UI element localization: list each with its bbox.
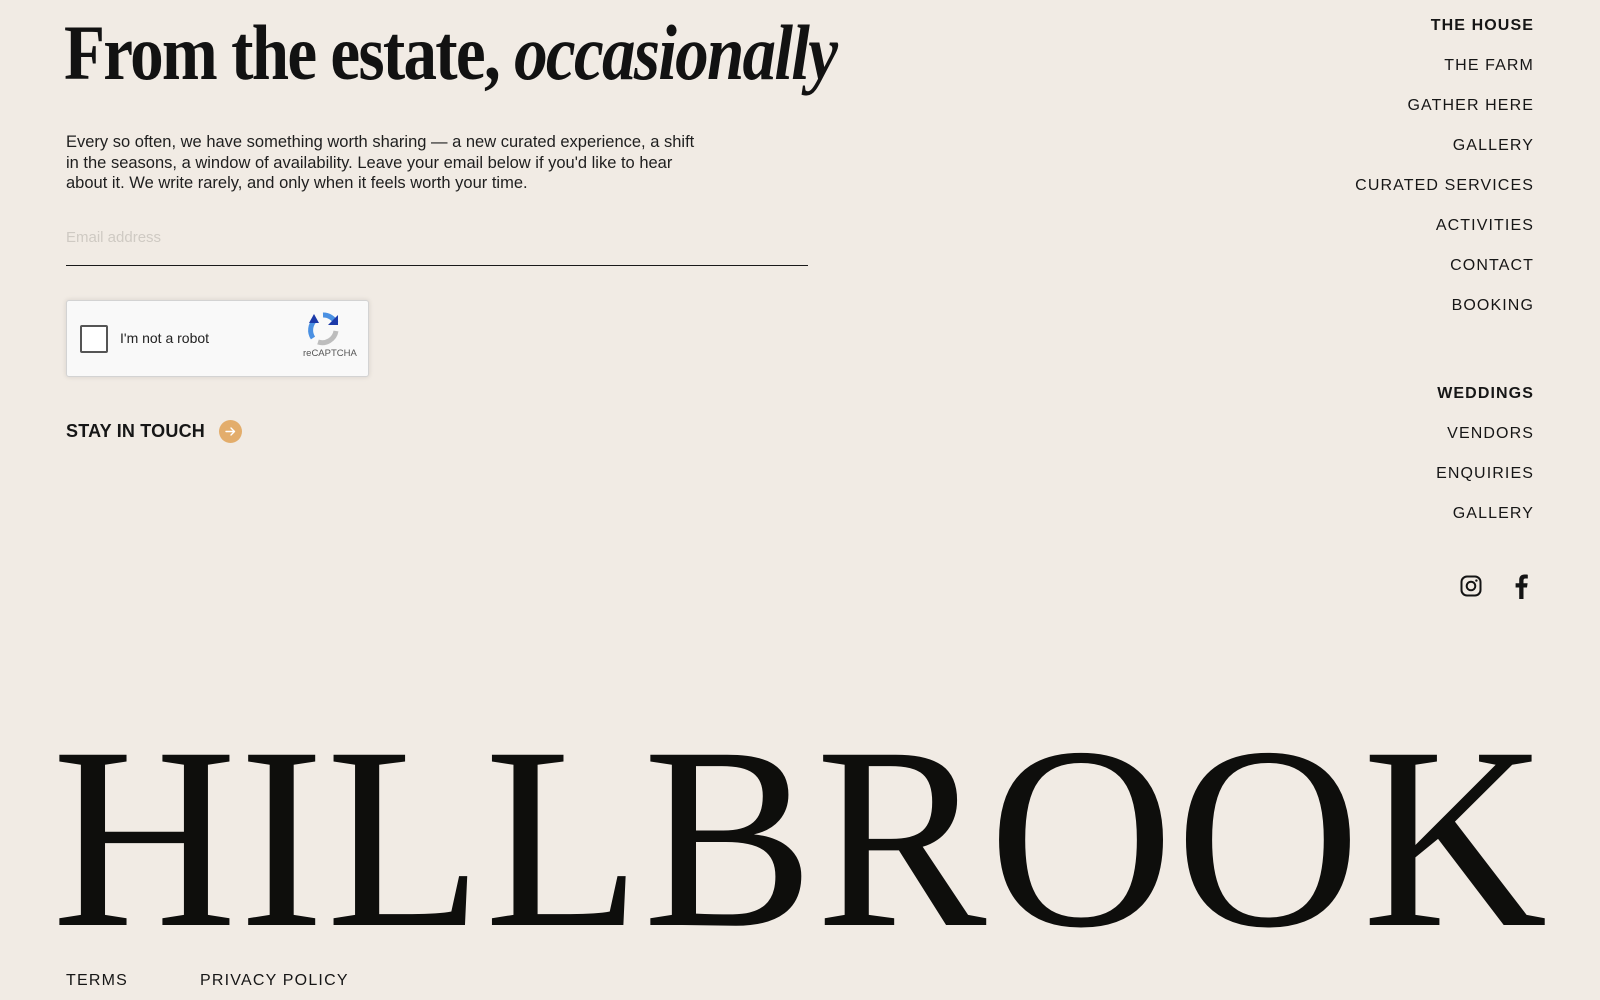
house-nav: THE HOUSE THE FARM GATHER HERE GALLERY C… (1214, 16, 1534, 336)
recaptcha-label: I'm not a robot (120, 330, 210, 346)
headline-italic: occasionally (514, 9, 838, 96)
nav-item-gallery[interactable]: GALLERY (1214, 136, 1534, 176)
brand-wordmark: HILLBROOK (52, 694, 1550, 982)
nav-item-booking[interactable]: BOOKING (1214, 296, 1534, 336)
social-links (1458, 572, 1534, 600)
arrow-right-icon (218, 420, 242, 443)
legal-links: TERMS PRIVACY POLICY (66, 972, 349, 990)
weddings-nav: WEDDINGS VENDORS ENQUIRIES GALLERY (1214, 384, 1534, 544)
nav-item-vendors[interactable]: VENDORS (1214, 424, 1534, 464)
recaptcha-logo-icon (308, 312, 339, 346)
privacy-policy-link[interactable]: PRIVACY POLICY (200, 972, 349, 990)
stay-in-touch-label: STAY IN TOUCH (66, 421, 205, 441)
nav-item-the-house[interactable]: THE HOUSE (1214, 16, 1534, 56)
nav-item-gather-here[interactable]: GATHER HERE (1214, 96, 1534, 136)
nav-item-enquiries[interactable]: ENQUIRIES (1214, 464, 1534, 504)
newsletter-headline: From the estate, occasionally (64, 9, 838, 96)
nav-item-weddings[interactable]: WEDDINGS (1214, 384, 1534, 424)
nav-item-weddings-gallery[interactable]: GALLERY (1214, 504, 1534, 544)
newsletter-intro: Every so often, we have something worth … (66, 133, 695, 192)
nav-item-contact[interactable]: CONTACT (1214, 256, 1534, 296)
nav-item-activities[interactable]: ACTIVITIES (1214, 216, 1534, 256)
recaptcha-checkbox[interactable] (80, 325, 108, 353)
nav-item-the-farm[interactable]: THE FARM (1214, 56, 1534, 96)
stay-in-touch-button[interactable]: STAY IN TOUCH (66, 420, 242, 443)
facebook-icon[interactable] (1508, 572, 1534, 600)
instagram-icon[interactable] (1458, 572, 1484, 600)
recaptcha-widget: I'm not a robot reCAPTCHA (66, 300, 369, 377)
nav-item-curated-services[interactable]: CURATED SERVICES (1214, 176, 1534, 216)
terms-link[interactable]: TERMS (66, 972, 128, 990)
recaptcha-brand: reCAPTCHA (303, 348, 357, 359)
email-field[interactable] (66, 222, 808, 252)
footer-page: From the estate, occasionally Every so o… (0, 0, 1600, 1000)
headline-regular: From the estate, (64, 9, 501, 96)
email-field-wrapper (66, 222, 808, 266)
